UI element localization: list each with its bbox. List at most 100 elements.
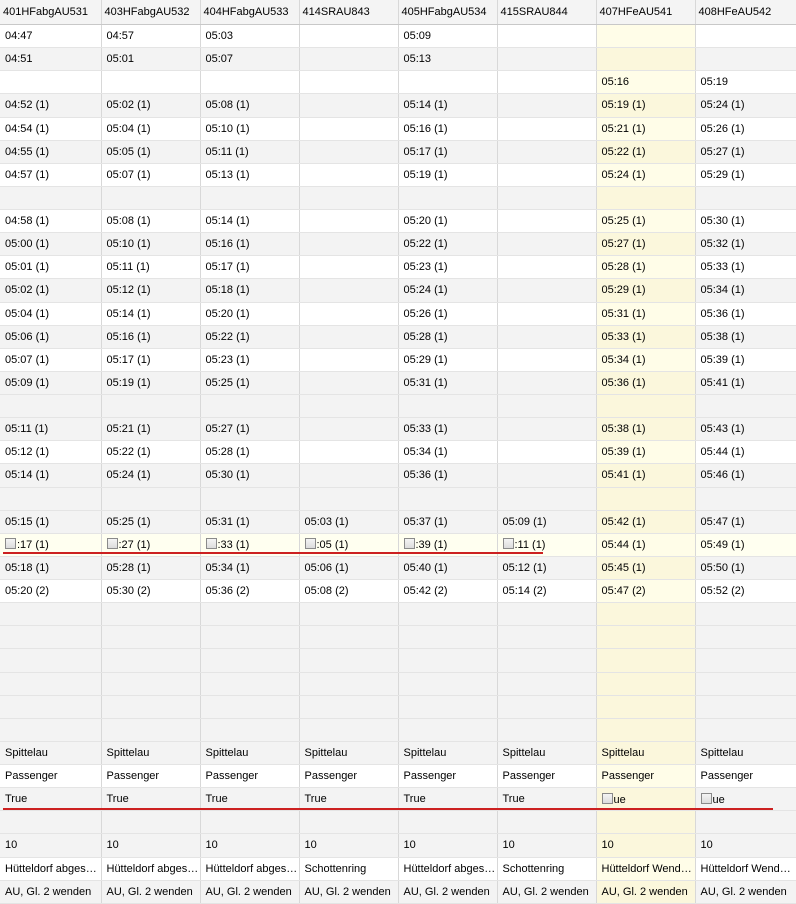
grid-cell[interactable]: 05:28 (1) — [200, 440, 300, 465]
grid-cell[interactable] — [299, 417, 399, 442]
grid-cell[interactable] — [497, 417, 597, 442]
grid-cell[interactable]: 05:12 (1) — [101, 278, 201, 303]
grid-cell[interactable]: 05:08 (1) — [101, 209, 201, 234]
grid-cell[interactable]: 05:29 (1) — [596, 278, 696, 303]
grid-cell[interactable] — [0, 672, 102, 696]
grid-cell[interactable] — [497, 70, 597, 95]
grid-cell[interactable]: 05:42 (2) — [398, 579, 498, 604]
cell-checkbox[interactable] — [205, 538, 217, 550]
grid-cell[interactable] — [0, 186, 102, 211]
grid-cell[interactable]: 05:20 (1) — [200, 302, 300, 326]
grid-cell[interactable] — [0, 695, 102, 719]
grid-cell[interactable] — [299, 625, 399, 650]
grid-cell[interactable]: 05:24 (1) — [596, 163, 696, 187]
grid-cell[interactable] — [398, 394, 498, 419]
grid-cell[interactable] — [299, 695, 399, 719]
grid-cell[interactable]: 05:47 (2) — [596, 579, 696, 604]
grid-cell[interactable]: 05:46 (1) — [695, 463, 796, 488]
grid-cell[interactable]: 05:28 (1) — [101, 556, 201, 581]
grid-cell[interactable]: 05:31 (1) — [200, 510, 300, 534]
grid-cell[interactable]: Schottenring — [497, 857, 597, 881]
grid-cell[interactable]: 05:31 (1) — [596, 302, 696, 326]
grid-cell[interactable]: 05:29 (1) — [695, 163, 796, 187]
grid-cell[interactable] — [0, 810, 102, 835]
grid-cell[interactable] — [497, 810, 597, 835]
grid-cell[interactable]: 05:25 (1) — [200, 371, 300, 396]
grid-cell[interactable]: 05:22 (1) — [101, 440, 201, 465]
grid-cell[interactable] — [398, 648, 498, 673]
grid-cell[interactable]: 05:16 (1) — [200, 232, 300, 257]
grid-cell[interactable]: AU, Gl. 2 wenden — [596, 880, 696, 904]
grid-cell[interactable] — [497, 209, 597, 234]
grid-cell[interactable] — [497, 117, 597, 141]
grid-cell[interactable]: 05:37 (1) — [398, 510, 498, 534]
grid-cell[interactable] — [695, 487, 796, 511]
grid-cell[interactable]: 05:52 (2) — [695, 579, 796, 604]
grid-cell[interactable] — [398, 672, 498, 696]
grid-cell[interactable] — [299, 371, 399, 396]
grid-cell[interactable] — [299, 70, 399, 95]
grid-cell[interactable]: 05:38 (1) — [695, 325, 796, 349]
cell-checkbox[interactable] — [304, 538, 316, 550]
grid-cell[interactable] — [695, 648, 796, 673]
grid-cell[interactable]: 05:34 (1) — [695, 278, 796, 303]
grid-cell[interactable] — [497, 24, 597, 49]
grid-cell[interactable]: 05:18 (1) — [0, 556, 102, 581]
grid-cell[interactable]: Passenger — [0, 764, 102, 789]
column-header[interactable]: 414SRAU843 — [299, 0, 399, 25]
grid-cell[interactable] — [101, 625, 201, 650]
grid-cell[interactable]: 05:04 (1) — [0, 302, 102, 326]
grid-cell[interactable] — [695, 810, 796, 835]
grid-cell[interactable] — [299, 348, 399, 372]
grid-cell[interactable] — [299, 163, 399, 187]
column-header[interactable]: 408HFeAU542 — [695, 0, 796, 25]
grid-cell[interactable]: Hütteldorf abges… — [101, 857, 201, 881]
grid-cell[interactable]: 05:22 (1) — [200, 325, 300, 349]
grid-cell[interactable] — [695, 718, 796, 742]
grid-cell[interactable] — [596, 648, 696, 673]
grid-cell[interactable]: Passenger — [497, 764, 597, 789]
cell-checkbox[interactable] — [403, 538, 415, 550]
grid-cell[interactable] — [398, 695, 498, 719]
grid-cell[interactable] — [200, 718, 300, 742]
column-header[interactable]: 403HFabgAU532 — [101, 0, 201, 25]
grid-cell[interactable]: 05:34 (1) — [200, 556, 300, 581]
grid-cell[interactable] — [0, 487, 102, 511]
cell-checkbox[interactable] — [601, 792, 613, 804]
grid-cell[interactable] — [200, 695, 300, 719]
grid-cell[interactable]: 04:54 (1) — [0, 117, 102, 141]
grid-cell[interactable]: 04:51 — [0, 47, 102, 72]
grid-cell[interactable]: Hütteldorf abges… — [398, 857, 498, 881]
grid-cell[interactable] — [596, 602, 696, 627]
grid-cell[interactable]: 05:04 (1) — [101, 117, 201, 141]
grid-cell[interactable]: 05:07 (1) — [0, 348, 102, 372]
grid-cell[interactable]: 05:39 (1) — [695, 348, 796, 372]
grid-cell[interactable] — [497, 93, 597, 118]
grid-cell[interactable] — [299, 209, 399, 234]
grid-cell[interactable]: 05:13 (1) — [200, 163, 300, 187]
grid-cell[interactable]: 05:42 (1) — [596, 510, 696, 534]
grid-cell[interactable]: 05:14 (1) — [101, 302, 201, 326]
grid-cell[interactable] — [596, 24, 696, 49]
grid-cell[interactable] — [299, 648, 399, 673]
grid-cell[interactable]: 05:44 (1) — [695, 440, 796, 465]
grid-cell[interactable] — [299, 463, 399, 488]
grid-cell[interactable]: 05:10 (1) — [200, 117, 300, 141]
grid-cell[interactable] — [497, 371, 597, 396]
grid-cell[interactable]: 05:19 (1) — [398, 163, 498, 187]
grid-cell[interactable] — [299, 117, 399, 141]
grid-cell[interactable]: 04:57 (1) — [0, 163, 102, 187]
grid-cell[interactable]: AU, Gl. 2 wenden — [101, 880, 201, 904]
grid-cell[interactable]: 05:47 (1) — [695, 510, 796, 534]
grid-cell[interactable] — [398, 487, 498, 511]
grid-cell[interactable]: 05:26 (1) — [398, 302, 498, 326]
grid-cell[interactable]: 05:16 (1) — [101, 325, 201, 349]
grid-cell[interactable] — [0, 70, 102, 95]
grid-cell[interactable]: 05:43 (1) — [695, 417, 796, 442]
grid-cell[interactable]: 05:14 (1) — [0, 463, 102, 488]
grid-cell[interactable]: 05:14 (1) — [398, 93, 498, 118]
grid-cell[interactable]: 05:22 (1) — [596, 140, 696, 164]
grid-cell[interactable] — [101, 487, 201, 511]
grid-cell[interactable]: 05:19 — [695, 70, 796, 95]
grid-cell[interactable]: 05:08 (1) — [200, 93, 300, 118]
